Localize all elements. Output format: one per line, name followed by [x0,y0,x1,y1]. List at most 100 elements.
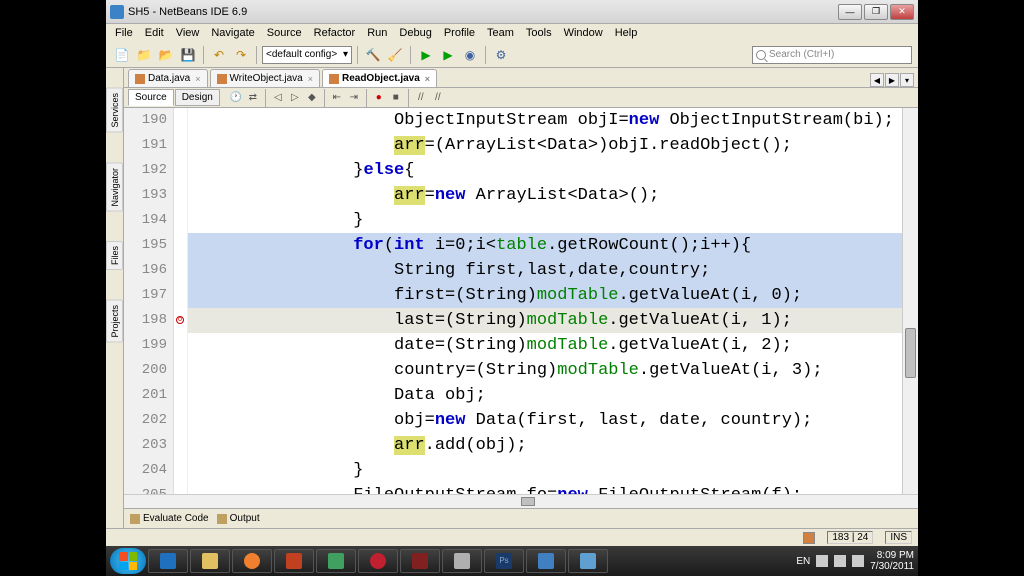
maximize-button[interactable]: ❐ [864,4,888,20]
taskbar-opera[interactable] [358,549,398,573]
status-warning-icon[interactable] [803,532,815,544]
quick-search-input[interactable]: Search (Ctrl+I) [752,46,912,64]
code-line[interactable]: arr=(ArrayList<Data>)objI.readObject(); [188,133,902,158]
new-file-icon[interactable]: 📄 [112,45,132,65]
tab-prev-button[interactable]: ◀ [870,73,884,87]
tab-readobject-java[interactable]: ReadObject.java× [322,69,437,87]
macro-record-icon[interactable]: ● [371,90,387,106]
toggle-bookmark-icon[interactable]: ◆ [304,90,320,106]
open-icon[interactable]: 📂 [156,45,176,65]
run-icon[interactable]: ▶ [416,45,436,65]
taskbar-app1[interactable] [274,549,314,573]
code-line[interactable]: for(int i=0;i<table.getRowCount();i++){ [188,233,902,258]
undo-icon[interactable]: ↶ [209,45,229,65]
redo-icon[interactable]: ↷ [231,45,251,65]
tab-next-button[interactable]: ▶ [885,73,899,87]
clock[interactable]: 8:09 PM 7/30/2011 [870,550,914,572]
menu-team[interactable]: Team [482,26,519,40]
attach-icon[interactable]: ⚙ [491,45,511,65]
sidebar-navigator[interactable]: Navigator [106,163,123,212]
close-icon[interactable]: × [308,74,313,84]
uncomment-icon[interactable]: // [430,90,446,106]
code-line[interactable]: last=(String)modTable.getValueAt(i, 1); [188,308,902,333]
code-line[interactable]: ObjectInputStream objI=new ObjectInputSt… [188,108,902,133]
source-tab[interactable]: Source [128,89,174,106]
menu-debug[interactable]: Debug [394,26,436,40]
code-line[interactable]: arr.add(obj); [188,433,902,458]
profile-icon[interactable]: ◉ [460,45,480,65]
shift-right-icon[interactable]: ⇥ [346,90,362,106]
taskbar-ie[interactable] [148,549,188,573]
taskbar-app5[interactable] [568,549,608,573]
tab-list-button[interactable]: ▾ [900,73,914,87]
close-button[interactable]: ✕ [890,4,914,20]
lang-indicator[interactable]: EN [796,556,810,567]
menu-navigate[interactable]: Navigate [206,26,259,40]
taskbar-app4[interactable] [442,549,482,573]
next-bookmark-icon[interactable]: ▷ [287,90,303,106]
tab-data-java[interactable]: Data.java× [128,69,208,87]
sidebar-projects[interactable]: Projects [106,300,123,343]
sidebar-files[interactable]: Files [106,241,123,270]
code-line[interactable]: FileOutputStream fo=new FileOutputStream… [188,483,902,494]
comment-icon[interactable]: // [413,90,429,106]
menu-source[interactable]: Source [262,26,307,40]
diff-icon[interactable]: ⇄ [245,90,261,106]
build-icon[interactable]: 🔨 [363,45,383,65]
output-tab[interactable]: Output [217,513,260,524]
menu-edit[interactable]: Edit [140,26,169,40]
code-line[interactable]: }else{ [188,158,902,183]
shift-left-icon[interactable]: ⇤ [329,90,345,106]
prev-bookmark-icon[interactable]: ◁ [270,90,286,106]
evaluate-code-tab[interactable]: Evaluate Code [130,513,209,524]
taskbar-mediaplayer[interactable] [232,549,272,573]
tray-network-icon[interactable] [834,555,846,567]
new-project-icon[interactable]: 📁 [134,45,154,65]
design-tab[interactable]: Design [175,89,220,106]
code-line[interactable]: first=(String)modTable.getValueAt(i, 0); [188,283,902,308]
menu-refactor[interactable]: Refactor [309,26,361,40]
menu-run[interactable]: Run [362,26,392,40]
menu-help[interactable]: Help [610,26,643,40]
macro-stop-icon[interactable]: ■ [388,90,404,106]
tab-writeobject-java[interactable]: WriteObject.java× [210,69,320,87]
history-icon[interactable]: 🕐 [228,90,244,106]
tray-flag-icon[interactable] [816,555,828,567]
code-line[interactable]: obj=new Data(first, last, date, country)… [188,408,902,433]
taskbar-photoshop[interactable]: Ps [484,549,524,573]
taskbar-explorer[interactable] [190,549,230,573]
config-combo[interactable]: <default config>▾ [262,46,352,64]
code-line[interactable]: country=(String)modTable.getValueAt(i, 3… [188,358,902,383]
menu-profile[interactable]: Profile [439,26,480,40]
menu-tools[interactable]: Tools [521,26,557,40]
code-line[interactable]: Data obj; [188,383,902,408]
scroll-thumb[interactable] [905,328,916,378]
menu-window[interactable]: Window [559,26,608,40]
code-line[interactable]: String first,last,date,country; [188,258,902,283]
tray-volume-icon[interactable] [852,555,864,567]
clean-build-icon[interactable]: 🧹 [385,45,405,65]
taskbar-app3[interactable] [400,549,440,573]
save-all-icon[interactable]: 💾 [178,45,198,65]
scroll-thumb[interactable] [521,497,535,506]
taskbar-netbeans[interactable] [526,549,566,573]
code-editor[interactable]: 1901911921931941951961971981992002012022… [124,108,918,494]
system-tray: EN 8:09 PM 7/30/2011 [796,550,914,572]
taskbar-app2[interactable] [316,549,356,573]
menu-view[interactable]: View [171,26,205,40]
code-line[interactable]: } [188,208,902,233]
code-area[interactable]: ObjectInputStream objI=new ObjectInputSt… [188,108,902,494]
vertical-scrollbar[interactable] [902,108,918,494]
menu-file[interactable]: File [110,26,138,40]
minimize-button[interactable]: — [838,4,862,20]
sidebar-services[interactable]: Services [106,88,123,133]
horizontal-scrollbar[interactable] [124,494,918,508]
code-line[interactable]: date=(String)modTable.getValueAt(i, 2); [188,333,902,358]
debug-icon[interactable]: ▶ [438,45,458,65]
start-button[interactable] [110,548,146,574]
close-icon[interactable]: × [195,74,200,84]
java-file-icon [135,74,145,84]
code-line[interactable]: } [188,458,902,483]
code-line[interactable]: arr=new ArrayList<Data>(); [188,183,902,208]
close-icon[interactable]: × [425,74,430,84]
